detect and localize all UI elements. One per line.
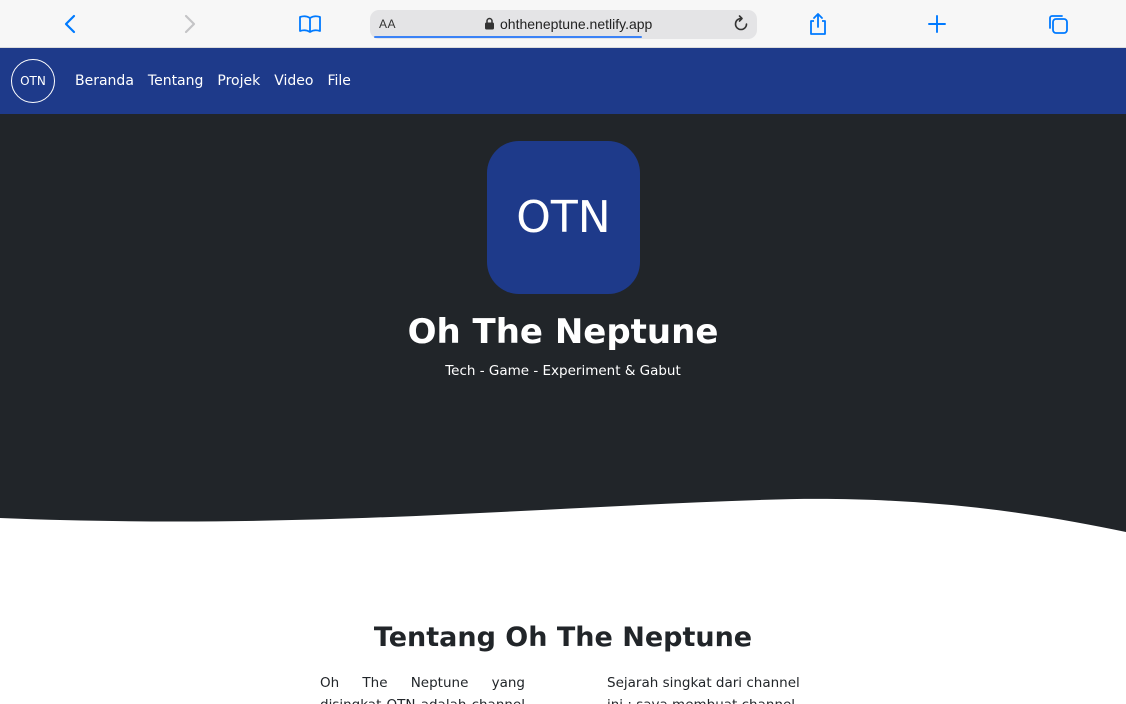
about-title: Tentang Oh The Neptune: [373, 622, 753, 653]
reader-options-button[interactable]: AA: [379, 17, 396, 31]
address-bar[interactable]: AA ohtheneptune.netlify.app: [370, 10, 757, 39]
nav-link-tentang[interactable]: Tentang: [148, 73, 204, 89]
hero-section: OTN Oh The Neptune Tech - Game - Experim…: [0, 114, 1126, 564]
hero-subtitle: Tech - Game - Experiment & Gabut: [445, 363, 681, 379]
nav-links: Beranda Tentang Projek Video File: [75, 73, 365, 89]
brand-logo[interactable]: OTN: [11, 59, 55, 103]
about-text-right: Sejarah singkat dari channel ini : saya …: [607, 675, 800, 704]
reload-icon[interactable]: [731, 14, 751, 34]
nav-link-beranda[interactable]: Beranda: [75, 73, 134, 89]
nav-link-video[interactable]: Video: [274, 73, 313, 89]
page-load-progress: [374, 36, 642, 38]
site-navbar: OTN Beranda Tentang Projek Video File: [0, 48, 1126, 114]
nav-link-file[interactable]: File: [327, 73, 350, 89]
back-icon[interactable]: [55, 9, 85, 39]
browser-toolbar: AA ohtheneptune.netlify.app: [0, 0, 1126, 48]
hero-logo: OTN: [487, 141, 640, 294]
lock-icon: [484, 17, 495, 35]
bookmarks-icon[interactable]: [295, 9, 325, 39]
new-tab-icon[interactable]: [922, 9, 952, 39]
hero-wave-divider: [0, 498, 1126, 564]
url-text[interactable]: ohtheneptune.netlify.app: [500, 16, 652, 32]
forward-icon[interactable]: [175, 9, 205, 39]
tabs-overview-icon[interactable]: [1043, 9, 1073, 39]
share-icon[interactable]: [803, 9, 833, 39]
nav-link-projek[interactable]: Projek: [217, 73, 260, 89]
hero-title: Oh The Neptune: [407, 312, 719, 352]
about-text-left: Oh The Neptune yang disingkat OTN adalah…: [320, 675, 525, 704]
